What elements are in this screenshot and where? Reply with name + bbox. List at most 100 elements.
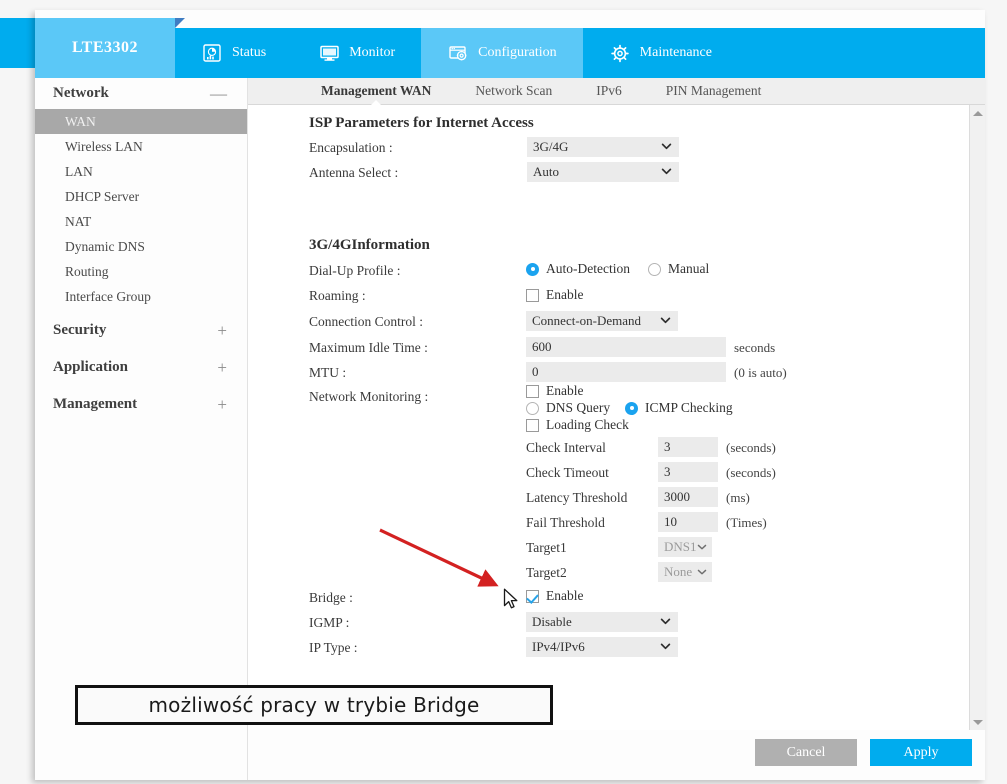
subtab-pin-management-label: PIN Management [665, 83, 762, 98]
tab-configuration-label: Configuration [478, 45, 557, 60]
sidebar-item-nat[interactable]: NAT [35, 209, 247, 234]
network-monitoring-enable-checkbox[interactable]: Enable [526, 383, 583, 399]
sidebar-group-management[interactable]: Management + [35, 389, 247, 420]
annotation-callout-text: możliwość pracy w trybie Bridge [148, 693, 480, 717]
chevron-down-icon [660, 615, 671, 626]
checkbox-indicator [526, 384, 539, 398]
encapsulation-value: 3G/4G [533, 139, 569, 154]
subtab-network-scan-label: Network Scan [475, 83, 553, 98]
sidebar-item-wireless-lan-label: Wireless LAN [65, 138, 143, 154]
isp-section-title: ISP Parameters for Internet Access [309, 115, 534, 131]
tab-monitor[interactable]: Monitor [292, 28, 421, 78]
roaming-enable-label: Enable [546, 287, 584, 302]
info-section-title: 3G/4GInformation [309, 237, 430, 253]
tab-fold-corner [175, 18, 185, 28]
bridge-enable-checkbox[interactable]: Enable [526, 588, 583, 604]
roaming-enable-checkbox[interactable]: Enable [526, 287, 583, 303]
radio-indicator [648, 262, 661, 276]
plus-icon[interactable]: + [217, 322, 227, 339]
sidebar-item-dynamic-dns-label: Dynamic DNS [65, 238, 145, 254]
sidebar-group-application[interactable]: Application + [35, 352, 247, 383]
settings-form-panel: ISP Parameters for Internet Access Encap… [248, 105, 985, 730]
fail-threshold-input[interactable]: 10 [658, 512, 718, 532]
minus-icon[interactable]: — [210, 85, 227, 102]
sidebar-group-network[interactable]: Network — [35, 78, 247, 109]
scroll-down-arrow-icon[interactable] [970, 714, 986, 730]
content-vertical-scrollbar[interactable] [969, 105, 985, 730]
sidebar-item-wan-label: WAN [65, 113, 96, 129]
cancel-button-label: Cancel [786, 744, 826, 760]
tab-status[interactable]: Status [175, 28, 292, 78]
loading-check-checkbox[interactable]: Loading Check [526, 417, 629, 433]
target1-value: DNS1 [664, 539, 697, 554]
fail-threshold-unit: (Times) [726, 515, 767, 530]
ip-type-label: IP Type : [309, 640, 358, 655]
check-interval-unit: (seconds) [726, 440, 776, 455]
scroll-up-arrow-icon[interactable] [970, 105, 986, 121]
sidebar-item-wireless-lan[interactable]: Wireless LAN [35, 134, 247, 159]
check-timeout-unit: (seconds) [726, 465, 776, 480]
tab-configuration[interactable]: Configuration [421, 28, 583, 78]
ip-type-select[interactable]: IPv4/IPv6 [526, 637, 678, 657]
plus-icon[interactable]: + [217, 396, 227, 413]
latency-threshold-label: Latency Threshold [526, 490, 628, 505]
sidebar-group-management-label: Management [53, 396, 138, 412]
connection-control-select[interactable]: Connect-on-Demand [526, 311, 678, 331]
target2-select[interactable]: None [658, 562, 712, 582]
latency-threshold-unit: (ms) [726, 490, 750, 505]
fail-threshold-label: Fail Threshold [526, 515, 605, 530]
target1-select[interactable]: DNS1 [658, 537, 712, 557]
check-interval-label: Check Interval [526, 440, 606, 455]
plus-icon[interactable]: + [217, 359, 227, 376]
encapsulation-select[interactable]: 3G/4G [527, 137, 679, 157]
maximum-idle-time-input[interactable]: 600 [526, 337, 726, 357]
check-timeout-input[interactable]: 3 [658, 462, 718, 482]
dialup-auto-detection-label: Auto-Detection [546, 261, 630, 276]
left-edge-blue-strip [0, 18, 36, 68]
tab-maintenance[interactable]: Maintenance [583, 28, 738, 78]
subtab-ipv6[interactable]: IPv6 [574, 83, 644, 99]
subtab-network-scan[interactable]: Network Scan [453, 83, 574, 99]
icmp-checking-radio[interactable]: ICMP Checking [625, 400, 733, 416]
radio-indicator [625, 401, 638, 415]
igmp-value: Disable [532, 614, 572, 629]
dns-query-radio[interactable]: DNS Query [526, 400, 610, 416]
chevron-down-icon [661, 165, 672, 176]
dialup-auto-detection-radio[interactable]: Auto-Detection [526, 261, 630, 277]
subtab-management-wan-label: Management WAN [321, 83, 432, 98]
subtab-pin-management[interactable]: PIN Management [644, 83, 784, 99]
encapsulation-label: Encapsulation : [309, 140, 393, 155]
tab-monitor-label: Monitor [349, 45, 396, 60]
dialup-manual-radio[interactable]: Manual [648, 261, 709, 277]
radio-indicator [526, 262, 539, 276]
sidebar-item-routing-label: Routing [65, 263, 109, 279]
igmp-select[interactable]: Disable [526, 612, 678, 632]
cancel-button[interactable]: Cancel [755, 739, 857, 766]
sidebar-group-security-label: Security [53, 322, 107, 338]
antenna-select[interactable]: Auto [527, 162, 679, 182]
sidebar-item-dhcp-server-label: DHCP Server [65, 188, 140, 204]
device-logo-tab[interactable]: LTE3302 [35, 18, 175, 78]
sidebar-item-routing[interactable]: Routing [35, 259, 247, 284]
sidebar-item-lan[interactable]: LAN [35, 159, 247, 184]
sidebar-item-lan-label: LAN [65, 163, 93, 179]
triangle-up-icon [973, 110, 983, 116]
tab-maintenance-label: Maintenance [639, 45, 712, 60]
sidebar-item-interface-group[interactable]: Interface Group [35, 284, 247, 309]
apply-button[interactable]: Apply [870, 739, 972, 766]
settings-form-inner: ISP Parameters for Internet Access Encap… [248, 105, 968, 730]
mtu-input[interactable]: 0 [526, 362, 726, 382]
loading-check-label: Loading Check [546, 417, 629, 432]
ip-type-value: IPv4/IPv6 [532, 639, 585, 654]
subtab-management-wan[interactable]: Management WAN [299, 83, 453, 106]
igmp-label: IGMP : [309, 615, 350, 630]
latency-threshold-input[interactable]: 3000 [658, 487, 718, 507]
subtab-ipv6-label: IPv6 [596, 83, 622, 98]
check-interval-input[interactable]: 3 [658, 437, 718, 457]
sidebar-item-dhcp-server[interactable]: DHCP Server [35, 184, 247, 209]
sidebar-item-wan[interactable]: WAN [35, 109, 247, 134]
sidebar-item-dynamic-dns[interactable]: Dynamic DNS [35, 234, 247, 259]
sidebar-group-security[interactable]: Security + [35, 315, 247, 346]
sidebar-group-network-label: Network [53, 85, 109, 101]
connection-control-label: Connection Control : [309, 314, 423, 329]
